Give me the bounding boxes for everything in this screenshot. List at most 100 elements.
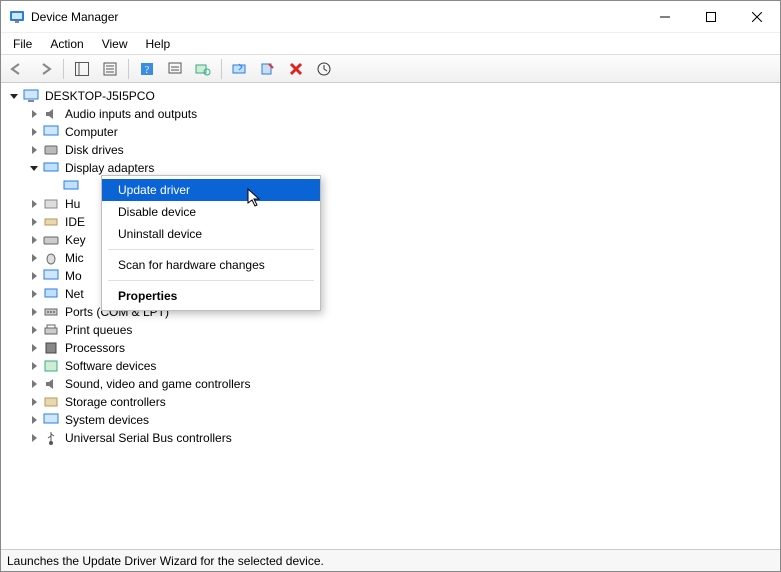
disk-icon	[43, 142, 59, 158]
category-label: Storage controllers	[63, 395, 168, 409]
chevron-right-icon[interactable]	[27, 125, 41, 139]
chevron-right-icon[interactable]	[27, 233, 41, 247]
tree-root-label: DESKTOP-J5I5PCO	[43, 89, 157, 103]
usb-icon	[43, 430, 59, 446]
toolbar-separator	[63, 59, 64, 79]
ctx-update-driver[interactable]: Update driver	[102, 179, 320, 201]
app-icon	[9, 9, 25, 25]
tree-category-disk[interactable]: Disk drives	[7, 141, 780, 159]
menubar: File Action View Help	[1, 33, 780, 55]
statusbar-text: Launches the Update Driver Wizard for th…	[7, 554, 324, 568]
maximize-button[interactable]	[688, 1, 734, 33]
uninstall-device-button[interactable]	[284, 58, 308, 80]
svg-text:?: ?	[145, 65, 150, 76]
help-button[interactable]: ?	[135, 58, 159, 80]
chevron-right-icon[interactable]	[27, 305, 41, 319]
monitor-icon	[43, 268, 59, 284]
speaker-icon	[43, 106, 59, 122]
menu-help[interactable]: Help	[138, 35, 179, 53]
device-tree[interactable]: DESKTOP-J5I5PCO Audio inputs and outputs…	[1, 83, 780, 549]
toolbar: ?	[1, 55, 780, 83]
chevron-right-icon[interactable]	[27, 197, 41, 211]
tree-category-storage[interactable]: Storage controllers	[7, 393, 780, 411]
category-label: Computer	[63, 125, 120, 139]
menu-file[interactable]: File	[5, 35, 40, 53]
nav-forward-button[interactable]	[33, 58, 57, 80]
category-label: Mo	[63, 269, 84, 283]
chevron-right-icon[interactable]	[27, 143, 41, 157]
category-label: Display adapters	[63, 161, 156, 175]
tree-category-usb[interactable]: Universal Serial Bus controllers	[7, 429, 780, 447]
expander-placeholder	[47, 179, 61, 193]
chevron-down-icon[interactable]	[27, 161, 41, 175]
port-icon	[43, 304, 59, 320]
chevron-right-icon[interactable]	[27, 413, 41, 427]
speaker-icon	[43, 376, 59, 392]
window-controls	[642, 1, 780, 33]
toolbar-separator	[221, 59, 222, 79]
tree-category-software[interactable]: Software devices	[7, 357, 780, 375]
chevron-right-icon[interactable]	[27, 269, 41, 283]
ide-icon	[43, 214, 59, 230]
category-label: System devices	[63, 413, 151, 427]
toolbar-separator	[128, 59, 129, 79]
tree-category-system[interactable]: System devices	[7, 411, 780, 429]
menu-view[interactable]: View	[94, 35, 136, 53]
category-label: Key	[63, 233, 88, 247]
tree-root[interactable]: DESKTOP-J5I5PCO	[7, 87, 780, 105]
ctx-properties[interactable]: Properties	[102, 285, 320, 307]
titlebar: Device Manager	[1, 1, 780, 33]
category-label: IDE	[63, 215, 87, 229]
disable-device-button[interactable]	[256, 58, 280, 80]
chevron-right-icon[interactable]	[27, 359, 41, 373]
display-adapter-icon	[43, 160, 59, 176]
ctx-uninstall-device[interactable]: Uninstall device	[102, 223, 320, 245]
context-menu: Update driver Disable device Uninstall d…	[101, 175, 321, 311]
cpu-icon	[43, 340, 59, 356]
category-label: Mic	[63, 251, 86, 265]
nav-back-button[interactable]	[5, 58, 29, 80]
category-label: Sound, video and game controllers	[63, 377, 252, 391]
category-label: Net	[63, 287, 86, 301]
chevron-right-icon[interactable]	[27, 287, 41, 301]
ctx-scan-hardware[interactable]: Scan for hardware changes	[102, 254, 320, 276]
chevron-right-icon[interactable]	[27, 107, 41, 121]
chevron-right-icon[interactable]	[27, 431, 41, 445]
printer-icon	[43, 322, 59, 338]
category-label: Audio inputs and outputs	[63, 107, 199, 121]
chevron-right-icon[interactable]	[27, 341, 41, 355]
chevron-right-icon[interactable]	[27, 377, 41, 391]
minimize-button[interactable]	[642, 1, 688, 33]
category-label: Universal Serial Bus controllers	[63, 431, 234, 445]
category-label: Print queues	[63, 323, 134, 337]
statusbar: Launches the Update Driver Wizard for th…	[1, 549, 780, 571]
scan-hardware-button[interactable]	[191, 58, 215, 80]
tree-category-processors[interactable]: Processors	[7, 339, 780, 357]
tree-category-print[interactable]: Print queues	[7, 321, 780, 339]
storage-icon	[43, 394, 59, 410]
monitor-icon	[43, 124, 59, 140]
action-dropdown-button[interactable]	[163, 58, 187, 80]
properties-button[interactable]	[98, 58, 122, 80]
menu-action[interactable]: Action	[42, 35, 91, 53]
context-menu-separator	[108, 249, 314, 250]
tree-category-computer[interactable]: Computer	[7, 123, 780, 141]
display-adapter-icon	[63, 178, 79, 194]
tree-category-sound[interactable]: Sound, video and game controllers	[7, 375, 780, 393]
chevron-right-icon[interactable]	[27, 215, 41, 229]
show-hide-tree-button[interactable]	[70, 58, 94, 80]
category-label: Hu	[63, 197, 82, 211]
network-icon	[43, 286, 59, 302]
chevron-right-icon[interactable]	[27, 323, 41, 337]
close-button[interactable]	[734, 1, 780, 33]
chevron-right-icon[interactable]	[27, 395, 41, 409]
chevron-down-icon[interactable]	[7, 89, 21, 103]
ctx-disable-device[interactable]: Disable device	[102, 201, 320, 223]
computer-icon	[23, 88, 39, 104]
software-icon	[43, 358, 59, 374]
chevron-right-icon[interactable]	[27, 251, 41, 265]
enable-device-button[interactable]	[312, 58, 336, 80]
system-icon	[43, 412, 59, 428]
update-driver-button[interactable]	[228, 58, 252, 80]
tree-category-audio[interactable]: Audio inputs and outputs	[7, 105, 780, 123]
